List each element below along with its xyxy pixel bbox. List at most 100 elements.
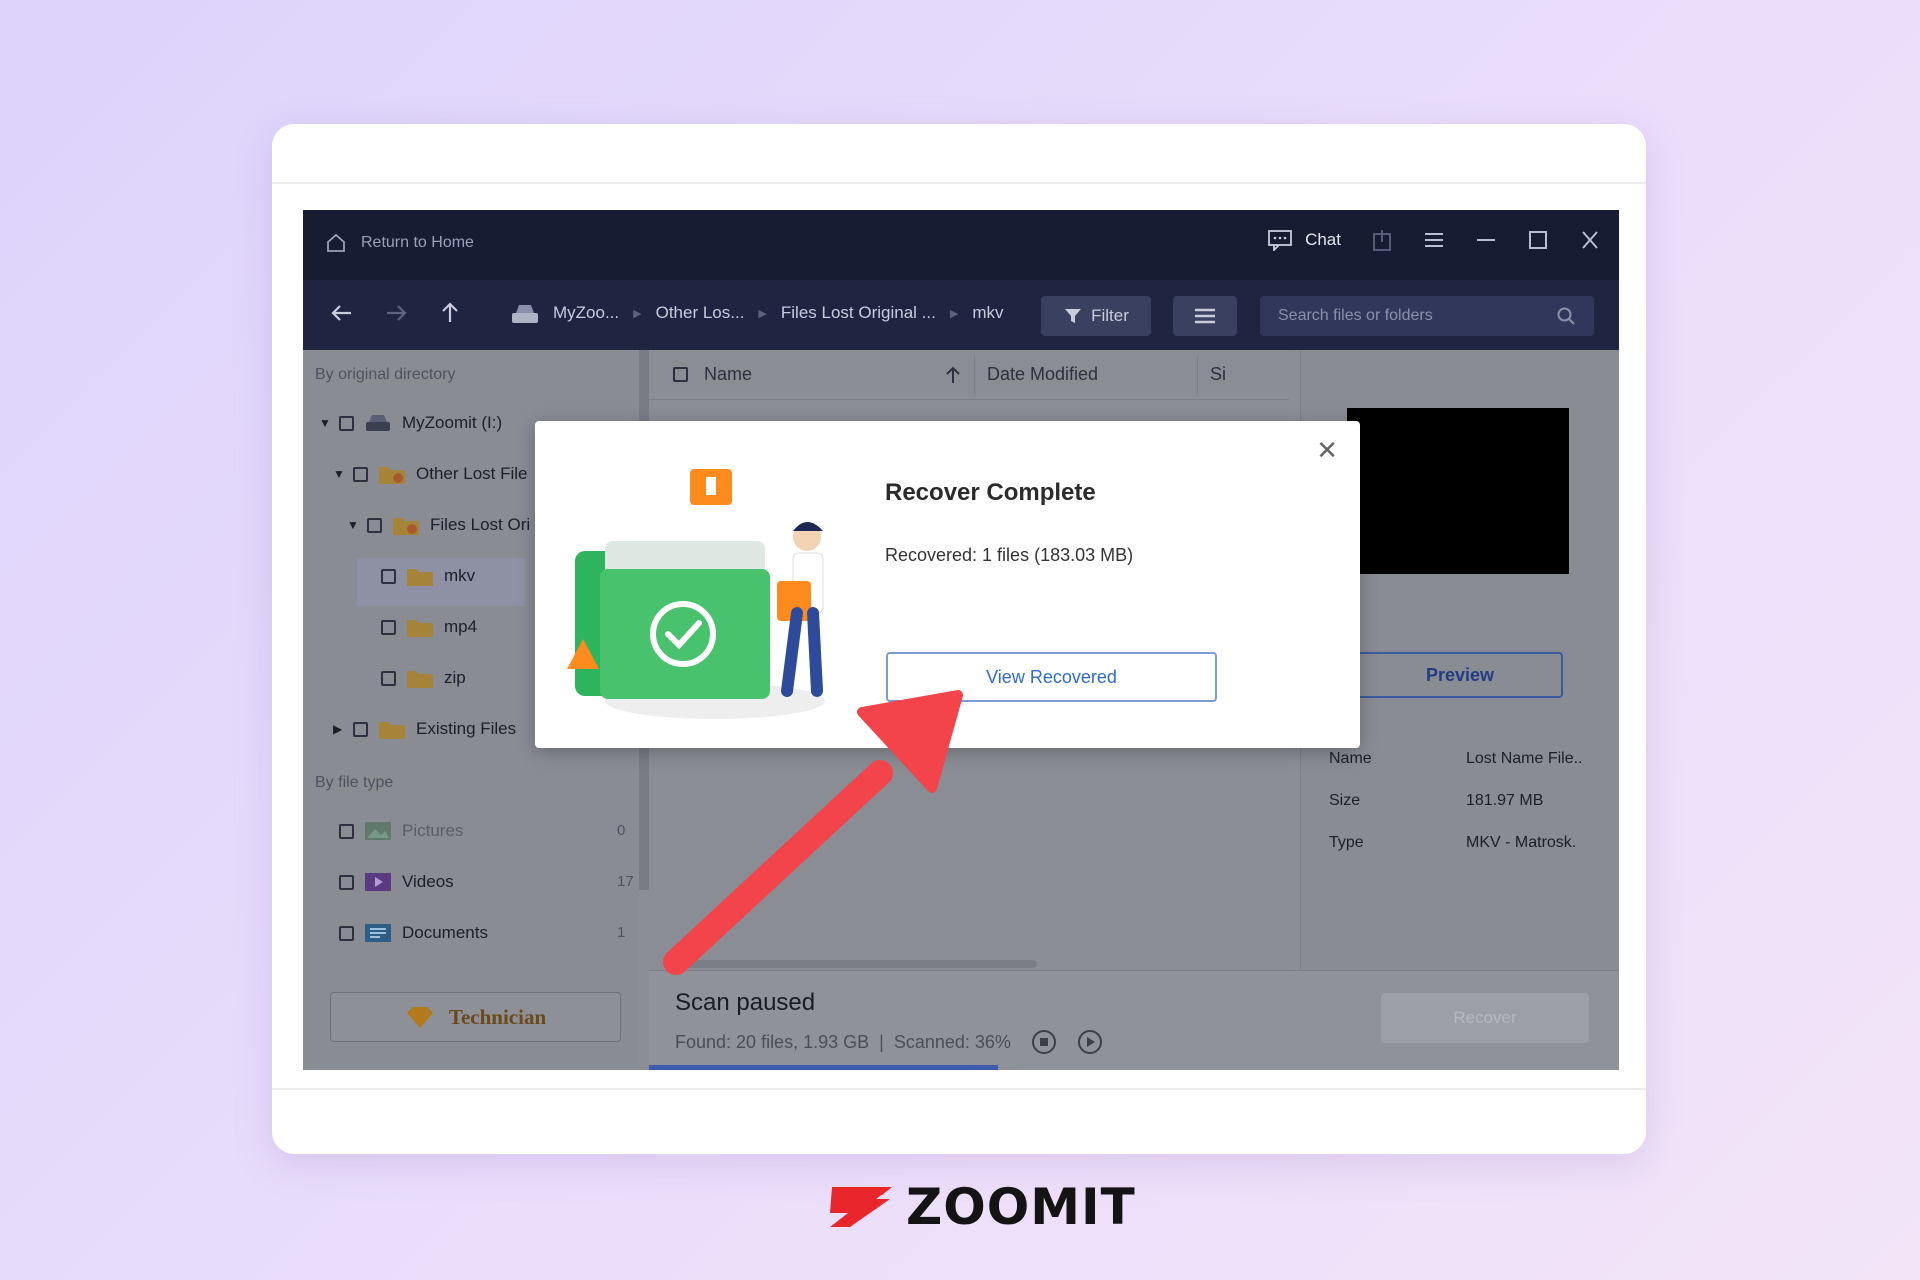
type-item-label: Documents [402, 923, 488, 942]
chat-label: Chat [1305, 230, 1341, 249]
stop-icon[interactable] [1031, 1029, 1057, 1055]
view-recovered-button[interactable]: View Recovered [886, 652, 1217, 702]
type-item-videos[interactable]: Videos [339, 871, 454, 893]
type-item-documents[interactable]: Documents [339, 922, 488, 944]
list-view-icon [1195, 308, 1215, 324]
breadcrumb-item[interactable]: MyZoo... [553, 303, 619, 323]
select-all-checkbox[interactable] [673, 367, 688, 382]
diamond-icon [406, 1007, 433, 1028]
file-list-scrollbar[interactable] [667, 960, 1037, 968]
filter-button[interactable]: Filter [1041, 296, 1151, 336]
detail-value: Lost Name File.. [1466, 750, 1583, 767]
return-home-link[interactable]: Return to Home [325, 232, 474, 254]
card-divider-top [272, 182, 1646, 184]
tree-item-mp4[interactable]: mp4 [381, 616, 477, 638]
tree-item-label: MyZoomit (I:) [402, 413, 503, 432]
directory-section-label: By original directory [315, 366, 456, 383]
chat-button[interactable]: Chat [1267, 229, 1341, 251]
column-header-date[interactable]: Date Modified [987, 364, 1197, 385]
tree-checkbox[interactable] [381, 670, 396, 686]
card-divider-bottom [272, 1088, 1646, 1090]
type-count: 17 [617, 873, 634, 890]
tree-checkbox[interactable] [339, 415, 354, 431]
column-header-size[interactable]: Si [1210, 364, 1226, 385]
lost-folder-icon [379, 467, 405, 484]
tree-checkbox[interactable] [353, 466, 368, 482]
play-icon[interactable] [1077, 1029, 1103, 1055]
return-home-label: Return to Home [361, 234, 474, 251]
breadcrumb-separator-icon: ▶ [758, 307, 767, 320]
detail-row-name: Name Lost Name File.. [1329, 750, 1582, 768]
sort-arrow-icon[interactable] [944, 365, 962, 385]
expand-triangle-icon[interactable]: ▼ [333, 467, 345, 481]
expand-triangle-icon[interactable]: ▼ [319, 416, 331, 430]
breadcrumb-item[interactable]: Files Lost Original ... [781, 303, 936, 323]
dialog-close-icon[interactable]: ✕ [1316, 437, 1338, 463]
type-checkbox[interactable] [339, 874, 354, 890]
drive-icon [512, 305, 538, 323]
tree-item-other-lost[interactable]: ▼ Other Lost File [333, 463, 528, 485]
search-icon [1557, 307, 1575, 325]
up-arrow-icon[interactable] [437, 300, 463, 326]
tree-item-label: zip [444, 668, 466, 687]
breadcrumb-item[interactable]: mkv [972, 303, 1003, 323]
column-header-name[interactable]: Name [704, 364, 944, 385]
detail-row-size: Size 181.97 MB [1329, 792, 1543, 810]
dialog-title: Recover Complete [885, 479, 1096, 506]
maximize-icon[interactable] [1527, 230, 1549, 250]
type-count: 0 [617, 822, 626, 839]
detail-value: MKV - Matrosk. [1466, 834, 1577, 851]
collapse-triangle-icon[interactable]: ▶ [333, 722, 343, 736]
minimize-icon[interactable] [1475, 230, 1497, 250]
tree-item-zip[interactable]: zip [381, 667, 466, 689]
pictures-icon [365, 822, 391, 840]
tree-checkbox[interactable] [353, 721, 368, 737]
status-divider: | [879, 1031, 884, 1052]
dialog-message: Recovered: 1 files (183.03 MB) [885, 545, 1134, 565]
expand-triangle-icon[interactable]: ▼ [347, 518, 359, 532]
forward-arrow-icon[interactable] [383, 300, 409, 326]
search-input[interactable]: Search files or folders [1260, 296, 1594, 336]
logo-text: ZOOMIT [906, 1178, 1136, 1236]
home-icon [327, 233, 345, 252]
tree-item-drive[interactable]: ▼ MyZoomit (I:) [319, 412, 502, 434]
tree-item-label: Files Lost Ori [430, 515, 531, 534]
technician-button[interactable]: Technician [330, 992, 621, 1042]
folder-icon [379, 722, 405, 739]
zoomit-logo: ZOOMIT [826, 1178, 1136, 1236]
folder-icon [407, 620, 433, 637]
share-icon[interactable] [1371, 228, 1393, 252]
type-checkbox[interactable] [339, 925, 354, 941]
type-checkbox[interactable] [339, 823, 354, 839]
file-type-section-label: By file type [315, 774, 394, 791]
back-arrow-icon[interactable] [329, 300, 355, 326]
tree-checkbox[interactable] [381, 568, 396, 584]
recover-complete-dialog: ✕ Recover Complete Recovered: 1 files (1… [535, 421, 1360, 748]
detail-key: Name [1329, 750, 1372, 767]
tree-checkbox[interactable] [381, 619, 396, 635]
chat-icon [1268, 230, 1292, 251]
menu-icon[interactable] [1423, 230, 1445, 250]
tree-checkbox[interactable] [367, 517, 382, 533]
filter-icon [1065, 309, 1082, 323]
preview-thumbnail [1347, 408, 1569, 574]
tree-item-mkv[interactable]: mkv [381, 565, 475, 587]
type-item-pictures[interactable]: Pictures [339, 820, 463, 842]
detail-value: 181.97 MB [1466, 792, 1544, 809]
file-list-header: Name Date Modified Si [649, 350, 1289, 400]
found-summary: Found: 20 files, 1.93 GB [675, 1031, 870, 1052]
view-toggle-button[interactable] [1173, 296, 1237, 336]
tree-item-label: mkv [444, 566, 476, 585]
preview-button[interactable]: Preview [1357, 652, 1563, 698]
tree-item-existing[interactable]: ▶ Existing Files [333, 718, 516, 740]
tree-item-files-lost[interactable]: ▼ Files Lost Ori [347, 514, 530, 536]
recovery-illustration [567, 469, 825, 719]
scanned-percent: Scanned: 36% [893, 1031, 1011, 1052]
close-icon[interactable] [1579, 230, 1601, 250]
scan-progress-bar [649, 1065, 999, 1070]
breadcrumb-item[interactable]: Other Los... [656, 303, 745, 323]
recover-button[interactable]: Recover [1381, 993, 1589, 1043]
search-placeholder: Search files or folders [1278, 307, 1433, 324]
folder-icon [407, 569, 433, 586]
window-controls: Chat [1267, 228, 1601, 252]
